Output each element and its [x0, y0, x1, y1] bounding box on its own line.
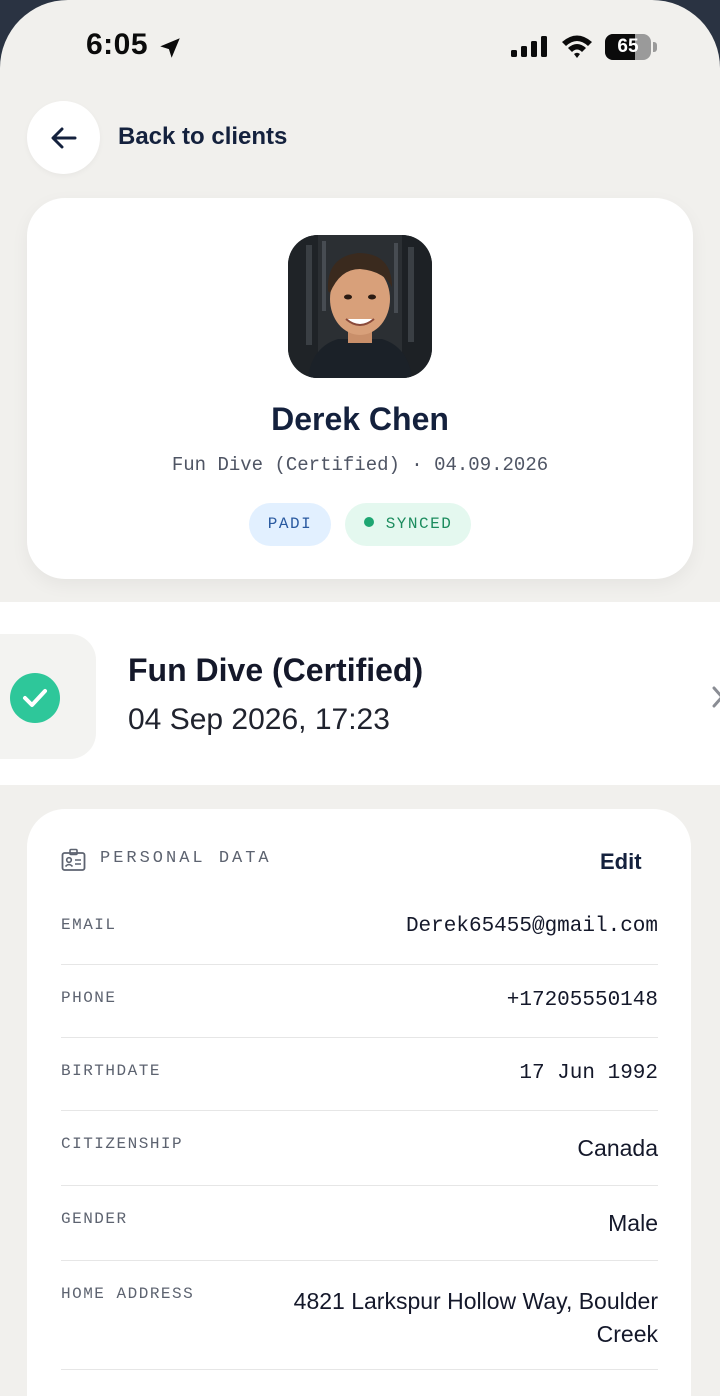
field-value-phone: +17205550148 [506, 989, 658, 1012]
battery-cap [653, 42, 657, 52]
location-arrow-icon [160, 38, 180, 58]
field-label: HOME ADDRESS [61, 1285, 195, 1303]
back-to-clients-link[interactable]: Back to clients [118, 123, 287, 151]
cellular-signal-icon [511, 36, 547, 57]
field-value-birthdate: 17 Jun 1992 [519, 1062, 658, 1085]
client-avatar [288, 235, 432, 378]
sync-status-badge: SYNCED [345, 503, 471, 546]
battery-body: 65 [605, 34, 651, 60]
dive-status-tile [0, 634, 96, 759]
client-meta: Fun Dive (Certified) · 04.09.2026 [171, 454, 549, 476]
field-label: GENDER [61, 1210, 128, 1228]
field-label: EMAIL [61, 916, 117, 934]
field-row-email: EMAIL Derek65455@gmail.com [61, 897, 658, 965]
field-row-home-address: HOME ADDRESS 4821 Larkspur Hollow Way, B… [61, 1261, 658, 1370]
chevron-right-icon[interactable] [712, 682, 720, 712]
field-row-phone: PHONE +17205550148 [61, 965, 658, 1038]
back-button[interactable] [27, 101, 100, 174]
agency-badge: PADI [249, 503, 331, 546]
field-value-email: Derek65455@gmail.com [405, 915, 658, 938]
personal-data-heading: PERSONAL DATA [100, 849, 272, 868]
check-circle-icon [10, 673, 60, 723]
edit-personal-data-button[interactable]: Edit [600, 849, 642, 875]
avatar-photo [288, 235, 432, 378]
field-value-home-address: 4821 Larkspur Hollow Way, Boulder Creek [293, 1288, 658, 1347]
client-profile-card: Derek Chen Fun Dive (Certified) · 04.09.… [27, 198, 693, 579]
field-row-citizenship: CITIZENSHIP Canada [61, 1111, 658, 1186]
field-row-birthdate: BIRTHDATE 17 Jun 1992 [61, 1038, 658, 1111]
field-label: BIRTHDATE [61, 1062, 161, 1080]
status-dot-icon [363, 517, 374, 527]
wifi-icon [562, 35, 592, 58]
field-label: CITIZENSHIP [61, 1135, 184, 1153]
field-row-gender: GENDER Male [61, 1186, 658, 1261]
checkmark-icon [23, 689, 47, 707]
agency-badge-label: PADI [267, 515, 313, 533]
battery-icon: 65 [605, 34, 657, 60]
arrow-left-icon [51, 127, 77, 149]
dive-datetime: 04 Sep 2026, 17:23 [128, 703, 390, 736]
field-value-citizenship: Canada [577, 1135, 658, 1161]
id-card-icon [61, 848, 86, 871]
client-name: Derek Chen [271, 401, 449, 437]
dive-title: Fun Dive (Certified) [128, 652, 424, 688]
phone-screen: 6:05 65 Back to clients Derek Chen Fun D… [0, 0, 720, 1396]
field-value-gender: Male [608, 1210, 658, 1236]
field-label: PHONE [61, 989, 117, 1007]
status-time: 6:05 [86, 28, 149, 61]
sync-status-label: SYNCED [385, 515, 453, 533]
dive-entry[interactable] [0, 602, 720, 785]
status-bar: 6:05 65 [0, 0, 720, 94]
battery-percent: 65 [617, 36, 639, 57]
